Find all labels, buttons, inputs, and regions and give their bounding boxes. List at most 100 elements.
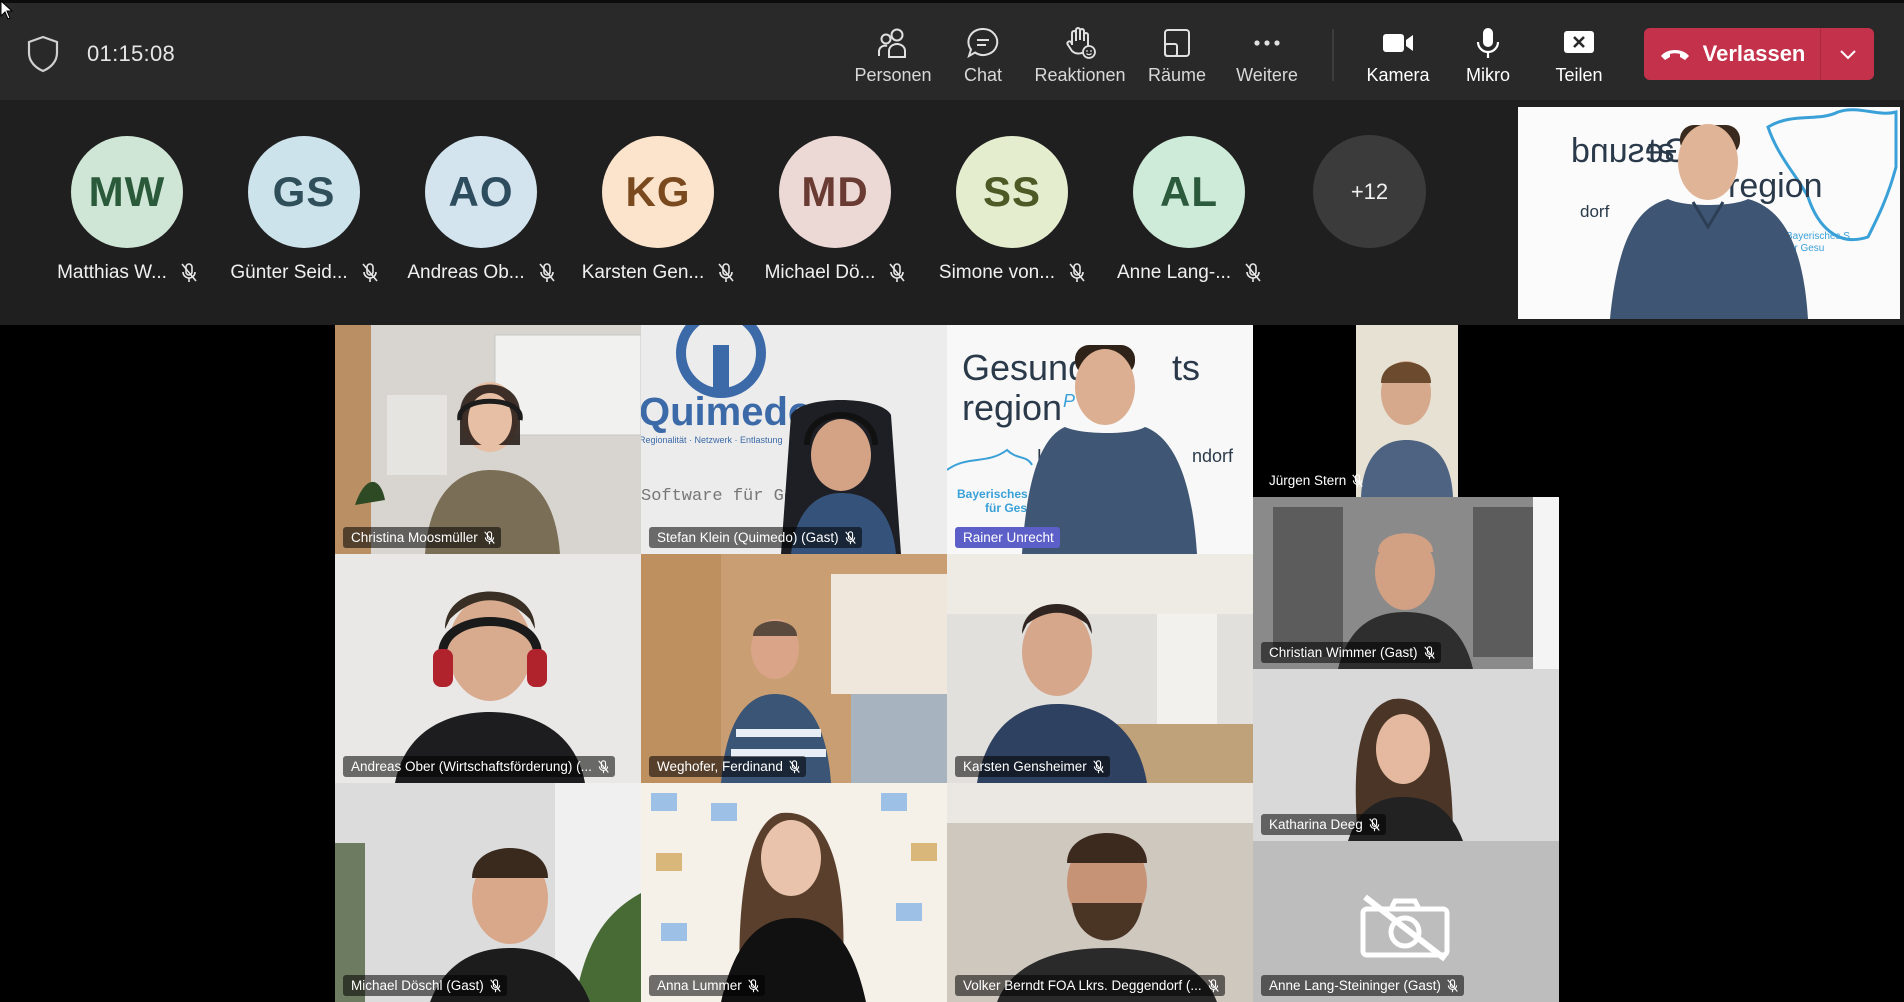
reactions-label: Reaktionen	[1034, 65, 1126, 85]
leave-button[interactable]: Verlassen	[1644, 28, 1821, 80]
video-tile[interactable]: Jürgen Stern	[1253, 325, 1559, 497]
avatar: GS	[248, 136, 360, 248]
chat-icon	[967, 27, 999, 59]
participant-name-tag: Anna Lummer	[649, 975, 765, 996]
avatar: KG	[602, 136, 714, 248]
people-label: Personen	[854, 65, 932, 85]
participant-name: Stefan Klein (Quimedo) (Gast)	[657, 530, 839, 545]
avatar: AL	[1133, 136, 1245, 248]
camera-button[interactable]: Kamera	[1346, 19, 1450, 95]
video-feed	[641, 554, 947, 783]
chevron-down-icon	[1839, 50, 1856, 60]
participant-name-row: Anne Lang-...	[1104, 262, 1274, 284]
video-tile[interactable]: Katharina Deeg	[1253, 669, 1559, 841]
participant-name-row: Karsten Gen...	[573, 262, 743, 284]
participant-name: Karsten Gen...	[581, 262, 705, 283]
video-tile[interactable]: Christina Moosmüller	[335, 325, 641, 554]
video-tile[interactable]: Weghofer, Ferdinand	[641, 554, 947, 783]
video-tile[interactable]: Anne Lang-Steininger (Gast)	[1253, 841, 1559, 1002]
video-feed	[947, 783, 1253, 1002]
participant-item[interactable]: GS Günter Seid...	[219, 136, 389, 284]
mic-off-icon	[1352, 474, 1363, 488]
participant-item[interactable]: MD Michael Dö...	[750, 136, 920, 284]
more-participants-button[interactable]: +12	[1313, 135, 1426, 248]
region-bg-text-7: Bayerisches S	[957, 487, 1039, 501]
more-label: Weitere	[1236, 65, 1298, 85]
people-button[interactable]: Personen	[841, 19, 945, 95]
video-tile[interactable]: Christian Wimmer (Gast)	[1253, 497, 1559, 669]
participant-name-row: Michael Dö...	[750, 262, 920, 284]
chat-button[interactable]: Chat	[931, 19, 1035, 95]
participant-name: Katharina Deeg	[1269, 817, 1363, 832]
mic-off-icon	[181, 263, 197, 283]
participant-name: Anne Lang-Steininger (Gast)	[1269, 978, 1441, 993]
self-video-preview[interactable]: Gesund ts region dorf Bayerisches S für …	[1518, 107, 1900, 319]
video-tile[interactable]: Michael Döschl (Gast)	[335, 783, 641, 1002]
shield-icon[interactable]	[26, 35, 60, 73]
video-feed	[335, 325, 641, 554]
participant-name-tag: Weghofer, Ferdinand	[649, 756, 806, 777]
participant-name-tag: Jürgen Stern	[1261, 470, 1369, 491]
toolbar-divider	[1332, 29, 1334, 81]
video-feed	[641, 783, 947, 1002]
mic-off-icon	[1093, 760, 1104, 774]
participant-name: Anna Lummer	[657, 978, 742, 993]
participant-name: Karsten Gensheimer	[963, 759, 1087, 774]
participant-item[interactable]: KG Karsten Gen...	[573, 136, 743, 284]
region-bg-text-4: P	[1063, 391, 1075, 411]
video-tile[interactable]: Andreas Ober (Wirtschaftsförderung) (...	[335, 554, 641, 783]
raise-hand-icon	[1066, 27, 1096, 59]
video-feed	[335, 554, 641, 783]
participant-name-tag: Christina Moosmüller	[343, 527, 501, 548]
region-bg-text-2: ts	[1172, 347, 1200, 388]
self-bg-text-4: dorf	[1580, 202, 1610, 221]
participant-name-tag: Katharina Deeg	[1261, 814, 1386, 835]
participant-item[interactable]: MW Matthias W...	[42, 136, 212, 284]
avatar: AO	[425, 136, 537, 248]
participant-name-tag: Stefan Klein (Quimedo) (Gast)	[649, 527, 862, 548]
self-bg-text-5: Bayerisches S	[1786, 231, 1850, 242]
reactions-button[interactable]: Reaktionen	[1028, 19, 1132, 95]
self-video-scene: Gesund ts region dorf Bayerisches S für …	[1518, 107, 1900, 319]
video-tile[interactable]: Volker Berndt FOA Lkrs. Deggendorf (...	[947, 783, 1253, 1002]
more-button[interactable]: Weitere	[1215, 19, 1319, 95]
mic-off-icon	[748, 979, 759, 993]
rooms-label: Räume	[1147, 65, 1207, 85]
participant-strip: MW Matthias W... GS Günter Seid... AO An…	[0, 100, 1904, 325]
participant-name-tag: Christian Wimmer (Gast)	[1261, 642, 1441, 663]
video-tile[interactable]: Quimedo Regionalität · Netzwerk · Entlas…	[641, 325, 947, 554]
video-feed: Gesund ts region P La ndorf Bayerisches …	[947, 325, 1253, 554]
participant-name-tag: Anne Lang-Steininger (Gast)	[1261, 975, 1464, 996]
participant-name-tag: Karsten Gensheimer	[955, 756, 1110, 777]
participant-name: Jürgen Stern	[1269, 473, 1347, 488]
rooms-button[interactable]: Räume	[1125, 19, 1229, 95]
participant-item[interactable]: SS Simone von...	[927, 136, 1097, 284]
avatar: SS	[956, 136, 1068, 248]
video-feed	[947, 554, 1253, 783]
participant-name: Christian Wimmer (Gast)	[1269, 645, 1418, 660]
participant-name: Volker Berndt FOA Lkrs. Deggendorf (...	[963, 978, 1202, 993]
participant-name-tag: Rainer Unrecht	[955, 527, 1060, 548]
share-button[interactable]: Teilen	[1527, 19, 1631, 95]
participant-name: Andreas Ober (Wirtschaftsförderung) (...	[351, 759, 592, 774]
mic-off-icon	[484, 531, 495, 545]
participant-name: Andreas Ob...	[407, 262, 525, 283]
video-tile[interactable]: Anna Lummer	[641, 783, 947, 1002]
participant-item[interactable]: AL Anne Lang-...	[1104, 136, 1274, 284]
video-feed: Quimedo Regionalität · Netzwerk · Entlas…	[641, 325, 947, 554]
meeting-timer: 01:15:08	[87, 41, 176, 66]
region-bg-text-6: ndorf	[1192, 446, 1234, 466]
rooms-icon	[1164, 29, 1190, 57]
participant-name: Simone von...	[938, 262, 1056, 283]
chat-label: Chat	[963, 65, 1003, 85]
hang-up-icon	[1660, 50, 1689, 60]
microphone-button[interactable]: Mikro	[1436, 19, 1540, 95]
leave-label: Verlassen	[1702, 41, 1806, 66]
leave-options-dropdown[interactable]	[1821, 28, 1874, 80]
people-icon	[878, 28, 906, 58]
self-bg-text-2: ts	[1648, 132, 1674, 170]
participant-item[interactable]: AO Andreas Ob...	[396, 136, 566, 284]
video-tile[interactable]: Karsten Gensheimer	[947, 554, 1253, 783]
video-tile[interactable]: Gesund ts region P La ndorf Bayerisches …	[947, 325, 1253, 554]
participant-name: Michael Döschl (Gast)	[351, 978, 484, 993]
